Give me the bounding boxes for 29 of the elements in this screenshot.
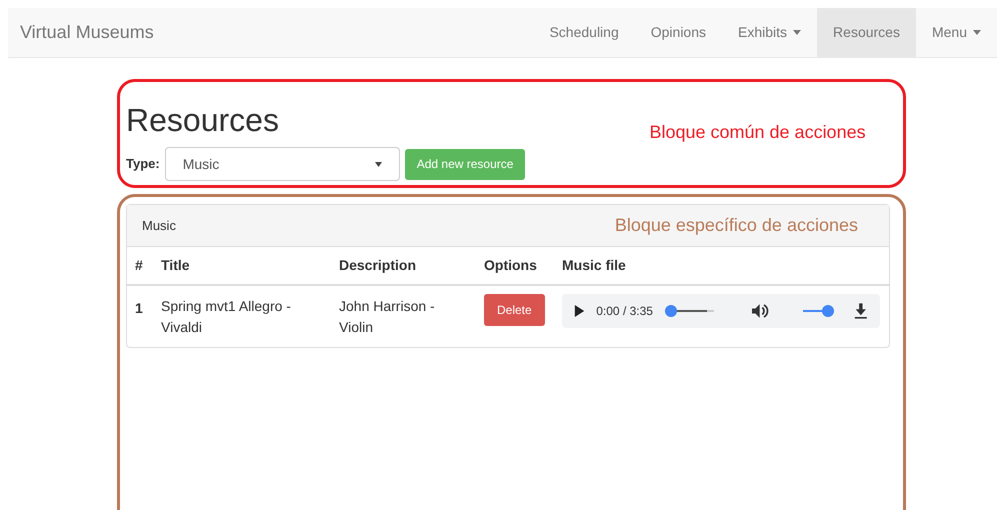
annotation-label: Bloque específico de acciones: [614, 214, 858, 237]
download-icon[interactable]: [854, 302, 868, 320]
type-select[interactable]: Music: [164, 147, 400, 181]
column-header: Title: [153, 247, 331, 285]
caret-icon: [973, 30, 981, 35]
page-heading: Resources: [126, 102, 280, 138]
column-header: Options: [476, 247, 554, 285]
column-header: #: [127, 247, 153, 285]
table-cell: 1: [127, 285, 153, 347]
column-header: Music file: [554, 247, 889, 285]
playback-time: 0:00 / 3:35: [596, 303, 653, 320]
nav-link[interactable]: Menu: [916, 8, 997, 57]
nav-link[interactable]: Exhibits: [722, 8, 818, 57]
type-label: Type:: [126, 155, 160, 174]
nav-link[interactable]: Opinions: [634, 8, 722, 57]
caret-icon: [793, 30, 802, 35]
column-header: Description: [331, 247, 476, 285]
add-resource-button[interactable]: Add new resource: [404, 148, 526, 180]
table-cell: Spring mvt1 Allegro - Vivaldi: [153, 285, 331, 347]
nav-link[interactable]: Scheduling: [533, 8, 635, 57]
brand-title[interactable]: Virtual Museums: [20, 19, 154, 46]
delete-button[interactable]: Delete: [484, 294, 545, 326]
caret-icon: [374, 162, 382, 166]
nav-link[interactable]: Resources: [817, 8, 916, 57]
panel-title: Music: [142, 216, 176, 235]
annotation-label: Bloque común de acciones: [649, 121, 866, 144]
play-icon[interactable]: [574, 304, 584, 318]
volume-icon[interactable]: [752, 302, 769, 320]
table-cell: John Harrison - Violin: [331, 285, 476, 347]
